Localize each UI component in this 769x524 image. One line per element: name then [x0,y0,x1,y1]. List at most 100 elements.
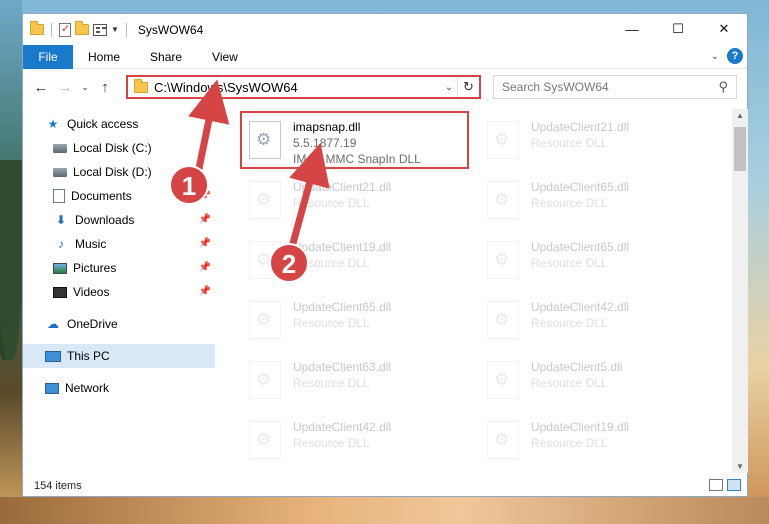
sidebar-item-label: Pictures [73,261,117,275]
highlight-box-file [240,111,469,169]
sidebar-item-label: Local Disk (C:) [73,141,152,155]
expand-ribbon-chevron-icon[interactable]: ⌄ [711,51,719,62]
sidebar-item-pictures[interactable]: Pictures 📌 [23,256,215,280]
sidebar-item-label: Music [75,237,107,251]
window-controls: — ☐ ✕ [609,14,747,44]
file-type: Resource DLL [531,256,608,270]
dll-file-icon [249,301,281,339]
tiles-view-icon[interactable] [727,479,741,491]
navigation-bar: ← → ⌄ ↑ C:\Windows\SysWOW64 ⌄ ↻ Search S… [23,70,747,105]
up-button[interactable]: ↑ [93,79,117,96]
title-bar: ▼ SysWOW64 — ☐ ✕ [23,14,747,45]
file-item[interactable]: UpdateClient65.dll Resource DLL [241,293,471,349]
tab-home[interactable]: Home [73,50,135,64]
properties-icon[interactable] [59,22,71,37]
file-item[interactable]: UpdateClient63.dll Resource DLL [241,353,471,409]
details-view-icon[interactable] [709,479,723,491]
vertical-scrollbar[interactable]: ▲ ▼ [732,109,748,473]
search-icon[interactable]: ⚲ [718,79,728,95]
quick-access-toolbar: ▼ [23,21,130,37]
file-type: Resource DLL [293,436,370,450]
file-type: Resource DLL [531,136,608,150]
file-item[interactable]: UpdateClient5.dll Resource DLL [479,353,709,409]
file-item[interactable]: UpdateClient21.dll Resource DLL [479,113,709,169]
sidebar-item-network[interactable]: Network [23,376,215,400]
address-dropdown-icon[interactable]: ⌄ [441,82,457,93]
view-toggle [709,479,741,491]
file-type: Resource DLL [293,376,370,390]
file-item[interactable]: UpdateClient19.dll Resource DLL [241,233,471,289]
pc-icon [45,350,61,362]
sidebar-item-local-disk-d[interactable]: Local Disk (D:) [23,160,215,184]
file-item[interactable]: UpdateClient65.dll Resource DLL [479,173,709,229]
close-button[interactable]: ✕ [701,14,747,44]
sidebar-item-this-pc[interactable]: This PC [23,344,215,368]
sidebar-item-videos[interactable]: Videos 📌 [23,280,215,304]
sidebar-item-label: Quick access [67,117,139,131]
folder-icon [30,21,44,35]
dll-file-icon [249,241,281,279]
file-name: UpdateClient19.dll [293,240,392,254]
pin-icon[interactable]: 📌 [199,190,211,201]
folder-icon [134,78,148,93]
dll-file-icon [249,361,281,399]
sidebar-item-label: Videos [73,285,110,299]
search-input[interactable]: Search SysWOW64 [502,80,609,94]
tab-view[interactable]: View [197,50,253,64]
file-name: UpdateClient5.dll [531,360,623,374]
address-path[interactable]: C:\Windows\SysWOW64 [154,80,441,95]
drive-icon [53,143,67,153]
music-icon: ♪ [58,237,64,251]
address-bar[interactable]: C:\Windows\SysWOW64 ⌄ ↻ [126,75,481,99]
minimize-button[interactable]: — [609,14,655,44]
dll-file-icon [487,301,519,339]
pin-icon[interactable]: 📌 [199,238,211,249]
file-type: Resource DLL [293,316,370,330]
customize-view-icon[interactable] [93,23,107,36]
back-button[interactable]: ← [29,79,53,96]
tab-file[interactable]: File [23,44,73,69]
window-title: SysWOW64 [137,22,204,37]
dll-file-icon [487,361,519,399]
sidebar-item-onedrive[interactable]: ☁ OneDrive [23,312,215,336]
new-folder-icon[interactable] [75,21,89,35]
sidebar-item-label: OneDrive [67,317,118,331]
maximize-button[interactable]: ☐ [655,14,701,44]
file-type: Resource DLL [293,256,370,270]
forward-button[interactable]: → [53,79,77,96]
file-item[interactable]: UpdateClient21.dll Resource DLL [241,173,471,229]
dll-file-icon [249,421,281,459]
sidebar-item-documents[interactable]: Documents 📌 [23,184,215,208]
sidebar-item-music[interactable]: ♪ Music 📌 [23,232,215,256]
file-type: Resource DLL [531,436,608,450]
sidebar-item-quick-access[interactable]: ★ Quick access [23,112,215,136]
scroll-down-arrow-icon[interactable]: ▼ [732,462,748,471]
download-icon: ⬇ [55,213,67,227]
pin-icon[interactable]: 📌 [199,286,211,297]
file-item[interactable]: UpdateClient42.dll Resource DLL [241,413,471,466]
help-icon[interactable]: ? [727,48,743,64]
sidebar-item-downloads[interactable]: ⬇ Downloads 📌 [23,208,215,232]
tab-share[interactable]: Share [135,50,197,64]
scroll-thumb[interactable] [734,127,746,171]
file-explorer-window: ▼ SysWOW64 — ☐ ✕ File Home Share View ⌄ … [22,13,748,497]
pin-icon[interactable]: 📌 [199,214,211,225]
file-name: UpdateClient42.dll [531,300,630,314]
pin-icon[interactable]: 📌 [199,262,211,273]
scroll-up-arrow-icon[interactable]: ▲ [732,111,748,120]
file-name: UpdateClient65.dll [531,240,630,254]
file-name: UpdateClient21.dll [531,120,630,134]
search-box[interactable]: Search SysWOW64 ⚲ [493,75,737,99]
file-type: Resource DLL [531,376,608,390]
customize-toolbar-caret-icon[interactable]: ▼ [111,25,119,34]
palm-tree-decoration [0,160,24,360]
file-item[interactable]: UpdateClient42.dll Resource DLL [479,293,709,349]
dll-file-icon [487,421,519,459]
refresh-button[interactable]: ↻ [457,77,479,97]
file-item[interactable]: UpdateClient65.dll Resource DLL [479,233,709,289]
recent-locations-button[interactable]: ⌄ [77,82,93,93]
sidebar-item-local-disk-c[interactable]: Local Disk (C:) [23,136,215,160]
dll-file-icon [487,121,519,159]
file-item[interactable]: UpdateClient19.dll Resource DLL [479,413,709,466]
file-type: Resource DLL [531,316,608,330]
